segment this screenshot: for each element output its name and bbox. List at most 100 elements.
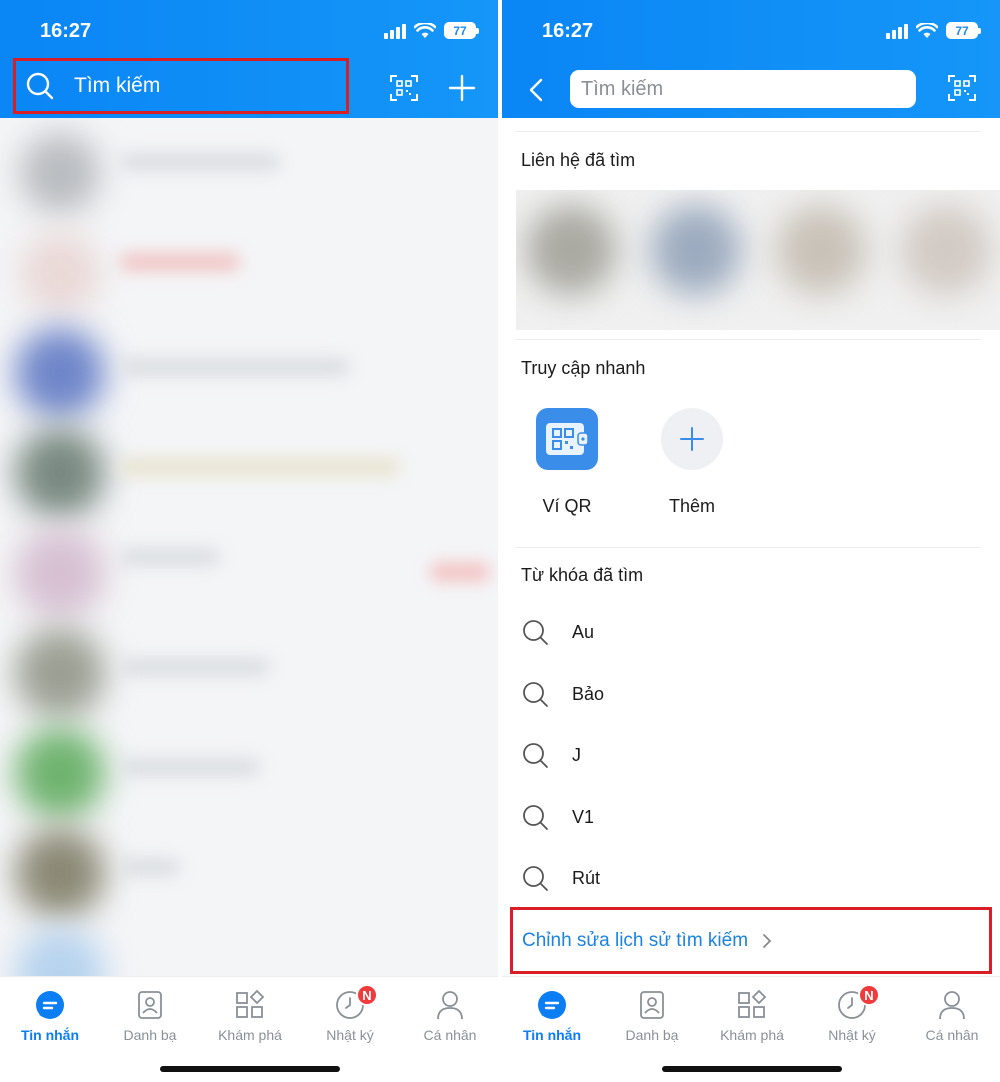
chevron-right-icon — [763, 933, 772, 948]
plus-icon — [680, 427, 704, 451]
home-indicator — [662, 1066, 842, 1072]
search-icon — [523, 681, 548, 707]
keyword-item[interactable]: V1 — [522, 797, 594, 837]
list-item[interactable] — [0, 818, 498, 918]
qr-scan-icon — [948, 75, 976, 101]
qr-scan-button[interactable] — [948, 74, 976, 102]
tab-contacts[interactable]: Danh bạ — [602, 989, 702, 1043]
tab-discover[interactable]: Khám phá — [200, 989, 300, 1043]
search-label: Tìm kiếm — [74, 74, 161, 97]
list-item[interactable] — [0, 718, 498, 818]
tab-timeline[interactable]: N Nhật ký — [300, 984, 400, 1043]
tab-label: Danh bạ — [123, 1027, 177, 1043]
avatar[interactable] — [526, 205, 616, 295]
list-item[interactable] — [0, 318, 498, 418]
quick-access-qr-wallet[interactable]: Ví QR — [517, 408, 617, 517]
plus-icon — [448, 74, 476, 102]
tab-profile[interactable]: Cá nhân — [400, 989, 498, 1043]
list-item[interactable] — [0, 418, 498, 518]
back-button[interactable] — [528, 78, 544, 102]
tab-label: Khám phá — [720, 1027, 784, 1043]
tab-timeline[interactable]: N Nhật ký — [802, 984, 902, 1043]
person-icon — [939, 991, 965, 1020]
search-input[interactable] — [581, 77, 916, 101]
tab-label: Nhật ký — [828, 1027, 876, 1043]
section-title-recent-keywords: Từ khóa đã tìm — [521, 565, 644, 585]
notification-badge: N — [356, 984, 378, 1006]
keyword-label: Rút — [572, 867, 601, 888]
search-icon — [523, 865, 548, 891]
tab-contacts[interactable]: Danh bạ — [100, 989, 200, 1043]
divider — [516, 131, 980, 132]
keyword-item[interactable]: Bảo — [522, 674, 604, 714]
tab-discover[interactable]: Khám phá — [702, 989, 802, 1043]
app-header: 16:27 77 — [502, 0, 1000, 118]
qr-wallet-icon — [546, 423, 589, 455]
discover-icon — [738, 990, 767, 1018]
list-item[interactable] — [0, 118, 498, 218]
search-icon — [26, 72, 54, 100]
list-item[interactable] — [0, 918, 498, 976]
keyword-item[interactable]: Rút — [522, 858, 600, 898]
tab-messages[interactable]: Tin nhắn — [502, 989, 602, 1043]
keyword-label: J — [572, 744, 581, 765]
avatar[interactable] — [776, 205, 866, 295]
back-arrow-icon — [529, 78, 543, 102]
left-screen: 16:27 77 Tìm kiếm Tin nhắn Danh bạ Khám … — [0, 0, 498, 1082]
status-icons: 77 — [384, 22, 479, 39]
tab-label: Danh bạ — [625, 1027, 679, 1043]
list-item[interactable] — [0, 218, 498, 318]
wifi-icon — [414, 22, 436, 38]
signal-icon — [384, 23, 406, 39]
avatar[interactable] — [651, 205, 741, 295]
wifi-icon — [916, 22, 938, 38]
bottom-tab-bar: Tin nhắn Danh bạ Khám phá N Nhật ký Cá n… — [502, 976, 1000, 1082]
notification-badge: N — [858, 984, 880, 1006]
list-item[interactable] — [0, 518, 498, 618]
divider — [516, 547, 980, 548]
bottom-tab-bar: Tin nhắn Danh bạ Khám phá N Nhật ký Cá n… — [0, 976, 498, 1082]
discover-icon — [236, 990, 265, 1018]
battery-icon: 77 — [946, 22, 981, 39]
quick-access-add[interactable]: Thêm — [642, 408, 742, 517]
tab-label: Cá nhân — [423, 1027, 477, 1043]
keyword-label: V1 — [572, 806, 595, 827]
status-icons: 77 — [886, 22, 981, 39]
search-icon — [523, 619, 548, 645]
recent-contacts-blurred — [516, 190, 1000, 330]
avatar[interactable] — [901, 205, 991, 295]
tab-label: Nhật ký — [326, 1027, 374, 1043]
search-icon — [523, 742, 548, 768]
add-button[interactable] — [448, 74, 476, 102]
tab-profile[interactable]: Cá nhân — [902, 989, 1000, 1043]
contacts-icon — [138, 991, 162, 1019]
search-icon — [523, 804, 548, 830]
keyword-item[interactable]: J — [522, 735, 581, 775]
qr-scan-icon — [390, 75, 418, 101]
list-item[interactable] — [0, 618, 498, 718]
tab-label: Tin nhắn — [522, 1027, 582, 1043]
search-input-wrapper — [570, 70, 916, 108]
home-indicator — [160, 1066, 340, 1072]
divider — [516, 339, 980, 340]
edit-search-history-link[interactable]: Chỉnh sửa lịch sử tìm kiếm — [510, 907, 992, 974]
keyword-item[interactable]: Au — [522, 612, 594, 652]
right-screen: 16:27 77 Liên hệ đã tìm Truy cập nhanh — [502, 0, 1000, 1082]
app-header: 16:27 77 Tìm kiếm — [0, 0, 498, 118]
chat-icon — [538, 991, 566, 1019]
contacts-icon — [640, 991, 664, 1019]
quick-access-label: Ví QR — [542, 496, 592, 516]
tab-messages[interactable]: Tin nhắn — [0, 989, 100, 1043]
tab-label: Khám phá — [218, 1027, 282, 1043]
chat-icon — [36, 991, 64, 1019]
person-icon — [437, 991, 463, 1020]
quick-access-label: Thêm — [668, 496, 715, 516]
status-time: 16:27 — [542, 20, 594, 42]
edit-history-label: Chỉnh sửa lịch sử tìm kiếm — [522, 929, 749, 951]
qr-scan-button[interactable] — [390, 74, 418, 102]
conversation-list-blurred — [0, 118, 498, 976]
search-bar[interactable]: Tìm kiếm — [13, 58, 349, 114]
keyword-label: Bảo — [572, 683, 605, 704]
signal-icon — [886, 23, 908, 39]
tab-label: Cá nhân — [925, 1027, 979, 1043]
